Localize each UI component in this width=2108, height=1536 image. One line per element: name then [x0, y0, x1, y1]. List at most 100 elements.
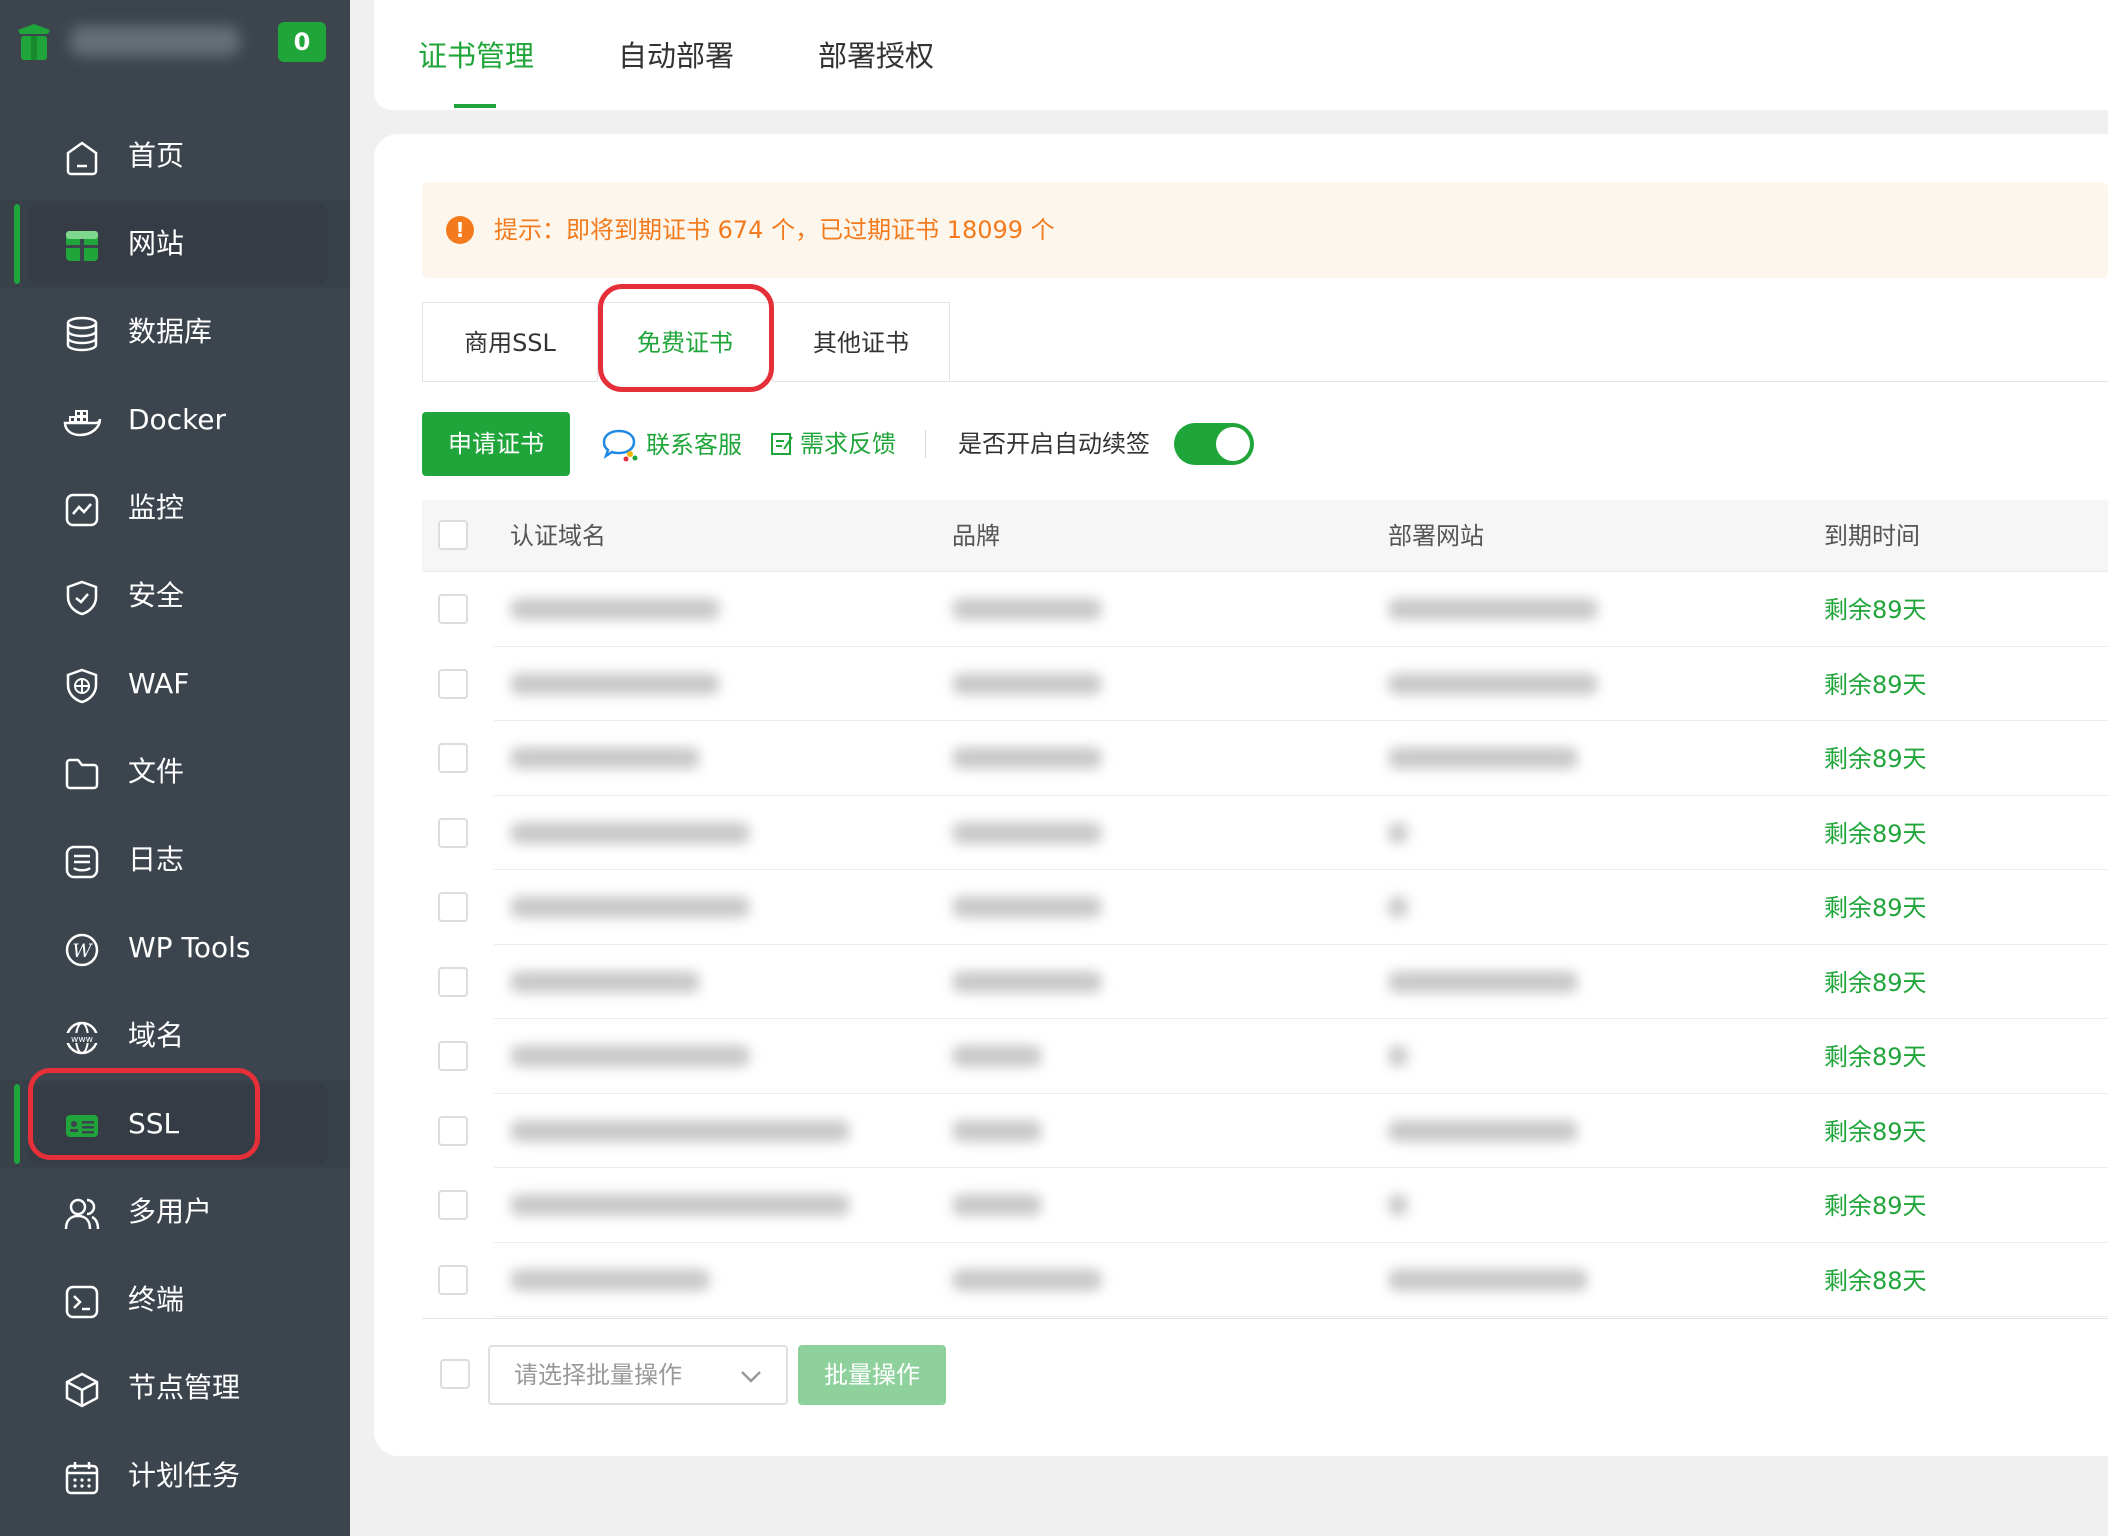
domain-blurred: [510, 672, 720, 695]
brand-blurred: [952, 747, 1102, 769]
monitor-icon: [62, 490, 102, 530]
table-row: 剩余89天: [422, 1019, 2108, 1094]
site-blurred: [1388, 1194, 1408, 1216]
table-row: 剩余89天: [422, 945, 2108, 1019]
row-checkbox[interactable]: [438, 817, 468, 848]
feedback-label: 需求反馈: [800, 430, 896, 458]
sidebar-item-monitor[interactable]: 监控: [0, 464, 350, 552]
logo-icon: [18, 24, 50, 60]
message-badge[interactable]: 0: [278, 22, 326, 62]
batch-select-placeholder: 请选择批量操作: [514, 1361, 682, 1389]
sidebar-item-nodes[interactable]: 节点管理: [0, 1344, 350, 1432]
row-checkbox[interactable]: [438, 966, 468, 997]
folder-icon: [62, 754, 102, 794]
row-checkbox[interactable]: [438, 1190, 468, 1220]
site-blurred: [1388, 1268, 1588, 1291]
sidebar-item-domain[interactable]: www 域名: [0, 992, 350, 1080]
row-divider: [494, 1316, 2108, 1317]
site-blurred: [1388, 896, 1408, 918]
feedback-link[interactable]: 需求反馈: [770, 428, 896, 460]
sidebar-item-files[interactable]: 文件: [0, 728, 350, 816]
toggle-knob: [1216, 427, 1250, 461]
sidebar-item-users[interactable]: 多用户: [0, 1168, 350, 1256]
expire-time: 剩余89天: [1824, 1043, 1927, 1071]
contact-support-link[interactable]: 联系客服: [600, 428, 742, 462]
brand-blurred: [952, 598, 1102, 620]
sidebar-item-website[interactable]: 网站: [0, 200, 350, 288]
brand-blurred: [952, 1194, 1042, 1216]
tab-cert-management[interactable]: 证书管理: [418, 36, 534, 76]
sidebar-item-label: 节点管理: [128, 1371, 241, 1404]
table-row: 剩余89天: [422, 721, 2108, 796]
sidebar-item-label: Docker: [128, 403, 227, 436]
col-domain: 认证域名: [510, 522, 606, 550]
row-checkbox[interactable]: [438, 1115, 468, 1146]
sidebar-item-database[interactable]: 数据库: [0, 288, 350, 376]
log-icon: [62, 842, 102, 882]
tab-commercial-ssl[interactable]: 商用SSL: [422, 302, 598, 382]
batch-action-select[interactable]: 请选择批量操作: [488, 1345, 788, 1405]
site-blurred: [1388, 821, 1408, 844]
calendar-icon: [62, 1458, 102, 1498]
site-blurred: [1388, 598, 1598, 620]
col-deployed-site: 部署网站: [1388, 522, 1484, 550]
sidebar-item-label: 网站: [128, 227, 185, 260]
footer-select-checkbox[interactable]: [440, 1359, 470, 1389]
sidebar-item-wp-tools[interactable]: W WP Tools: [0, 904, 350, 992]
sidebar-item-cron[interactable]: 计划任务: [0, 1432, 350, 1520]
tab-other-cert[interactable]: 其他证书: [772, 302, 950, 382]
expire-time: 剩余89天: [1824, 596, 1927, 624]
table-row: 剩余89天: [422, 572, 2108, 647]
sidebar-item-security[interactable]: 安全: [0, 552, 350, 640]
site-blurred: [1388, 1045, 1408, 1067]
sidebar-menu: 首页 网站 数据库 Docker 监控 安全 WAF 文件 日志 W WP To…: [0, 112, 350, 1520]
expire-time: 剩余89天: [1824, 745, 1927, 773]
sidebar-item-logs[interactable]: 日志: [0, 816, 350, 904]
sidebar-item-label: 安全: [128, 579, 185, 612]
table-row: 剩余89天: [422, 870, 2108, 945]
chevron-down-icon: [741, 1371, 761, 1383]
site-blurred: [1388, 747, 1578, 769]
svg-text:www: www: [71, 1035, 93, 1045]
batch-action-button[interactable]: 批量操作: [798, 1345, 946, 1405]
globe-icon: www: [62, 1018, 102, 1058]
row-checkbox[interactable]: [438, 743, 468, 773]
domain-blurred: [510, 598, 720, 620]
domain-blurred: [510, 747, 700, 769]
domain-blurred: [510, 970, 700, 993]
shield-icon: [62, 578, 102, 618]
tab-auto-deploy[interactable]: 自动部署: [618, 36, 734, 76]
sidebar: 0 首页 网站 数据库 Docker 监控 安全 WAF 文件 日志 W WP …: [0, 0, 350, 1536]
tab-deploy-auth[interactable]: 部署授权: [818, 36, 934, 76]
sidebar-item-docker[interactable]: Docker: [0, 376, 350, 464]
row-checkbox[interactable]: [438, 892, 468, 922]
sidebar-item-label: WAF: [128, 667, 190, 700]
expire-time: 剩余89天: [1824, 1117, 1927, 1146]
sidebar-item-terminal[interactable]: 终端: [0, 1256, 350, 1344]
apply-cert-button[interactable]: 申请证书: [422, 412, 570, 476]
row-checkbox[interactable]: [438, 594, 468, 624]
brand-blurred: [952, 896, 1102, 918]
domain-blurred: [510, 1119, 850, 1142]
auto-renew-toggle[interactable]: [1174, 423, 1254, 465]
domain-blurred: [510, 1268, 710, 1291]
domain-blurred: [510, 821, 750, 844]
domain-blurred: [510, 896, 750, 918]
row-checkbox[interactable]: [438, 668, 468, 699]
sidebar-item-waf[interactable]: WAF: [0, 640, 350, 728]
sidebar-item-label: WP Tools: [128, 931, 251, 964]
brand-blurred: [952, 821, 1102, 844]
terminal-icon: [62, 1282, 102, 1322]
notice-text: 提示：即将到期证书 674 个，已过期证书 18099 个: [494, 216, 1055, 244]
home-icon: [62, 138, 102, 178]
table-row: 剩余89天: [422, 647, 2108, 721]
sidebar-item-label: 域名: [128, 1019, 185, 1052]
select-all-checkbox[interactable]: [438, 520, 468, 550]
top-tab-bar: 证书管理 自动部署 部署授权: [374, 0, 2108, 110]
sidebar-item-label: 数据库: [128, 315, 213, 348]
sidebar-item-home[interactable]: 首页: [0, 112, 350, 200]
chat-icon: [602, 429, 638, 462]
table-row: 剩余88天: [422, 1243, 2108, 1317]
row-checkbox[interactable]: [438, 1264, 468, 1295]
row-checkbox[interactable]: [438, 1041, 468, 1071]
